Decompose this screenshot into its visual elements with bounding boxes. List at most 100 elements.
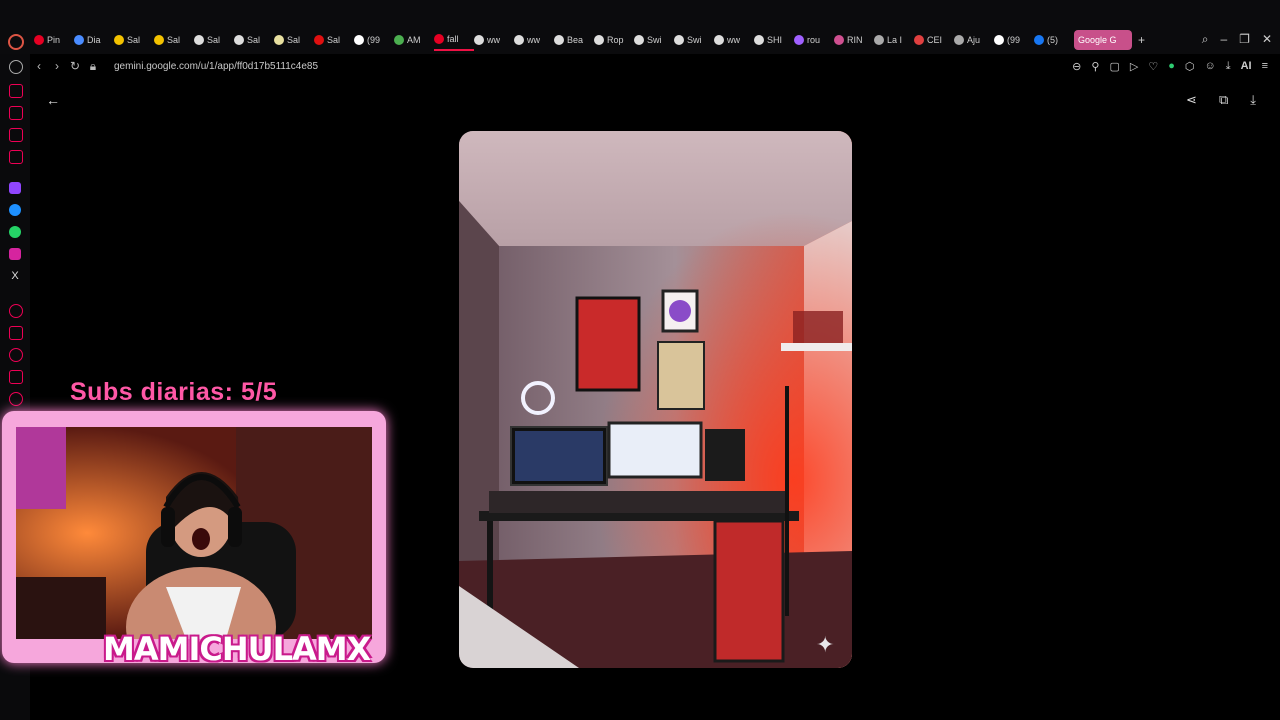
tab-label: Sal <box>327 35 341 45</box>
browser-tab[interactable]: Sal <box>154 30 194 50</box>
tab-label: ww <box>527 35 540 45</box>
browser-tab[interactable]: Aju <box>954 30 994 50</box>
browser-tab[interactable]: Sal <box>194 30 234 50</box>
tab-label: (99 <box>367 35 381 45</box>
webcam-feed <box>16 427 372 639</box>
sidebar-tabs-icon[interactable] <box>9 326 23 340</box>
tab-favicon-icon <box>914 35 924 45</box>
sidebar-reload-icon[interactable] <box>9 60 23 74</box>
browser-tab[interactable]: ww <box>474 30 514 50</box>
sidebar-instagram-icon[interactable] <box>9 248 21 260</box>
tab-label: Sal <box>207 35 221 45</box>
tab-label: ww <box>727 35 740 45</box>
browser-tab[interactable]: ww <box>514 30 554 50</box>
share-icon[interactable]: ⋖ <box>1186 92 1197 108</box>
sidebar-cube-icon[interactable] <box>9 370 23 384</box>
heart-icon[interactable]: ♡ <box>1148 60 1158 73</box>
subs-counter: Subs diarias: 5/5 <box>70 378 278 406</box>
profile-icon[interactable]: ☺ <box>1204 60 1215 72</box>
sidebar-twitch-icon[interactable] <box>9 182 21 194</box>
browser-tab[interactable]: Bea <box>554 30 594 50</box>
tab-favicon-icon <box>74 35 84 45</box>
sidebar-gmail-icon[interactable] <box>9 150 23 164</box>
sidebar-player-icon[interactable] <box>9 304 23 318</box>
browser-tab[interactable]: Sal <box>314 30 354 50</box>
tab-label: Dia <box>87 35 101 45</box>
menu-icon[interactable]: ≡ <box>1262 60 1268 72</box>
tab-favicon-icon <box>314 35 324 45</box>
tab-favicon-icon <box>794 35 804 45</box>
browser-tab[interactable]: RIN <box>834 30 874 50</box>
browser-tab[interactable]: (5) <box>1034 30 1074 50</box>
play-icon[interactable]: ▷ <box>1130 60 1138 73</box>
address-bar: ‹ › ↻ 🔒︎ gemini.google.com/u/1/app/ff0d1… <box>30 56 1280 76</box>
extension-icon[interactable]: ● <box>1168 60 1175 72</box>
browser-tab[interactable]: Sal <box>234 30 274 50</box>
new-tab-icon[interactable]: + <box>1138 33 1145 47</box>
tab-label: Bea <box>567 35 584 45</box>
opera-logo-icon[interactable] <box>8 34 24 50</box>
tab-favicon-icon <box>434 34 444 44</box>
back-nav-icon[interactable]: ‹ <box>30 59 48 73</box>
sidebar-bag-icon[interactable] <box>9 106 23 120</box>
generated-image[interactable] <box>459 131 852 668</box>
restore-icon[interactable]: ❐ <box>1239 32 1250 47</box>
browser-tab[interactable]: Sal <box>114 30 154 50</box>
active-tab[interactable]: Google G <box>1074 30 1132 50</box>
ai-button[interactable]: AI <box>1241 60 1252 72</box>
browser-tab[interactable]: Pin <box>34 30 74 50</box>
browser-tab[interactable]: (99 <box>354 30 394 50</box>
browser-tab[interactable]: SHI <box>754 30 794 50</box>
url-field[interactable]: gemini.google.com/u/1/app/ff0d17b5111c4e… <box>114 61 318 72</box>
browser-tab[interactable]: La I <box>874 30 914 50</box>
tab-favicon-icon <box>474 35 484 45</box>
copy-icon[interactable]: ⧉ <box>1219 92 1228 108</box>
tab-label: Pin <box>47 35 61 45</box>
tab-favicon-icon <box>394 35 404 45</box>
browser-tab-bar: Pin Dia Sal Sal Sal Sal Sal Sal (99 AM fall ww ww Bea… <box>0 0 1280 54</box>
sidebar-messenger-icon[interactable] <box>9 204 21 216</box>
tab-label: Swi <box>647 35 662 45</box>
sidebar-settings-icon[interactable] <box>9 392 23 406</box>
reload-icon[interactable]: ↻ <box>66 59 84 73</box>
browser-tab[interactable]: AM <box>394 30 434 50</box>
tab-favicon-icon <box>554 35 564 45</box>
browser-tab[interactable]: Swi <box>634 30 674 50</box>
browser-tab[interactable]: rou <box>794 30 834 50</box>
active-tab-label: Google G <box>1078 35 1117 45</box>
sidebar-whatsapp-icon[interactable] <box>9 226 21 238</box>
extensions-icon[interactable]: ⬡ <box>1185 60 1195 73</box>
browser-tab[interactable]: (99 <box>994 30 1034 50</box>
browser-tab[interactable]: Dia <box>74 30 114 50</box>
tab-label: Sal <box>167 35 181 45</box>
pin-icon[interactable]: ⚲ <box>1091 60 1099 73</box>
back-arrow-icon[interactable]: ← <box>46 92 60 108</box>
tab-label: fall <box>447 34 459 44</box>
tab-label: Swi <box>687 35 702 45</box>
browser-tab[interactable]: Swi <box>674 30 714 50</box>
download-icon[interactable]: ⤓ <box>1226 60 1231 73</box>
tab-label: La I <box>887 35 903 45</box>
forward-nav-icon[interactable]: › <box>48 59 66 73</box>
sidebar-x-icon[interactable]: X <box>9 270 21 282</box>
minimize-icon[interactable]: – <box>1220 32 1227 47</box>
browser-tab[interactable]: Sal <box>274 30 314 50</box>
tab-favicon-icon <box>674 35 684 45</box>
webcam-scene <box>16 427 372 639</box>
browser-tab[interactable]: Rop <box>594 30 634 50</box>
tab-favicon-icon <box>714 35 724 45</box>
download-image-icon[interactable]: ⤓ <box>1250 92 1256 108</box>
sidebar-note-icon[interactable] <box>9 128 23 142</box>
snapshot-icon[interactable]: ▢ <box>1109 60 1119 73</box>
sidebar-clock-icon[interactable] <box>9 348 23 362</box>
browser-tab[interactable]: ww <box>714 30 754 50</box>
search-tabs-icon[interactable]: ⌕ <box>1202 32 1209 47</box>
tab-label: SHI <box>767 35 783 45</box>
tab-label: Sal <box>287 35 301 45</box>
browser-tab[interactable]: CEI <box>914 30 954 50</box>
browser-tab[interactable]: fall <box>434 29 474 51</box>
zoom-icon[interactable]: ⊖ <box>1072 60 1081 73</box>
close-icon[interactable]: ✕ <box>1262 32 1272 47</box>
tab-strip: Pin Dia Sal Sal Sal Sal Sal Sal (99 AM fall ww ww Bea… <box>34 29 1145 51</box>
sidebar-history-icon[interactable] <box>9 84 23 98</box>
